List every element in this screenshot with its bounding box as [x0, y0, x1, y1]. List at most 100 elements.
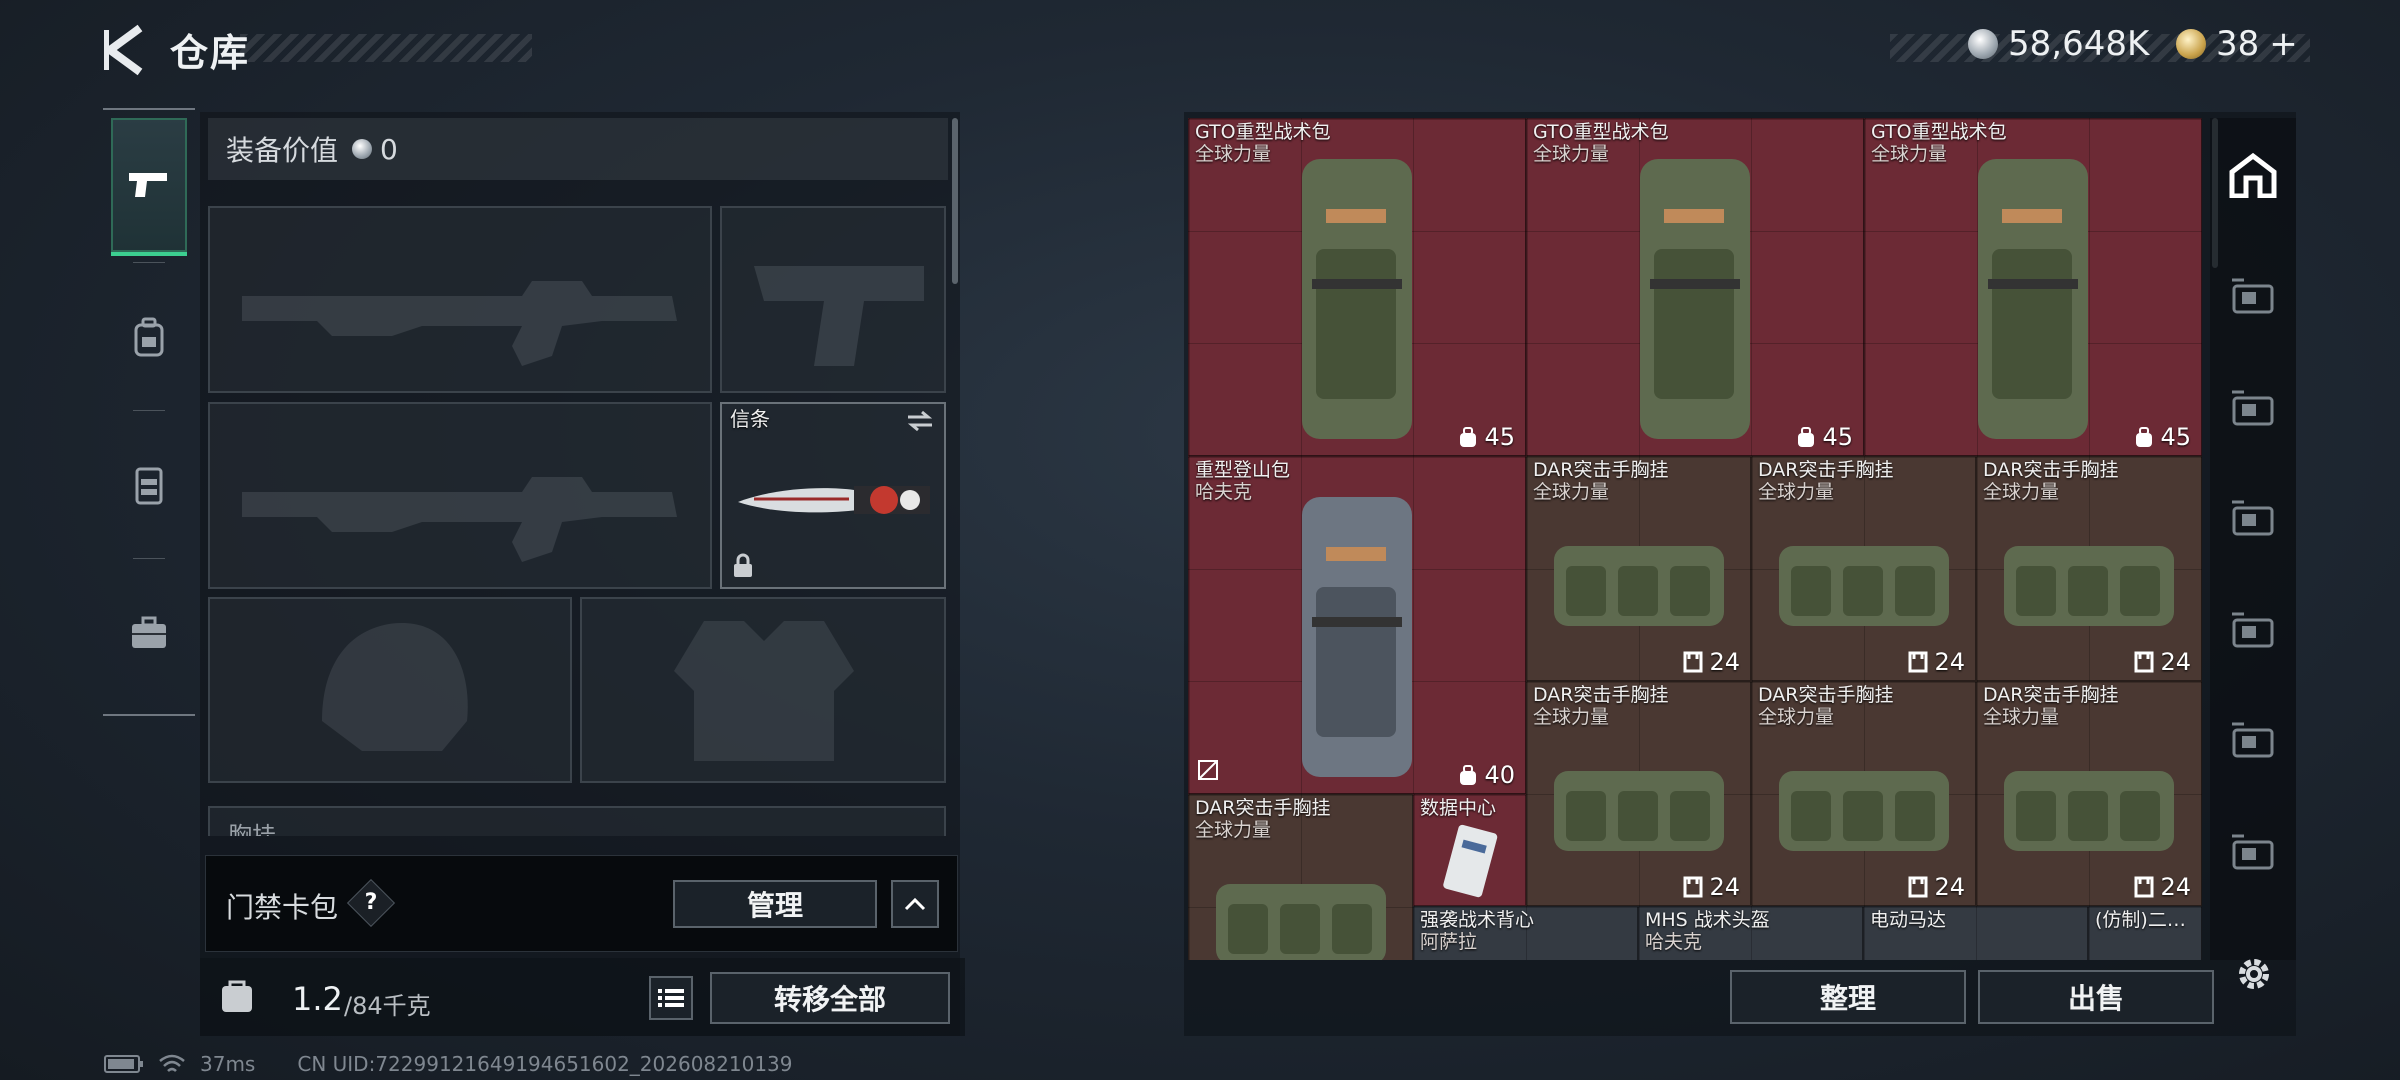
capacity-bar: 1.2 /84千克 转移全部 [200, 958, 965, 1036]
backpack-icon [1302, 159, 1412, 439]
list-view-button[interactable] [649, 976, 693, 1020]
equipment-value-label: 装备价值 [226, 134, 339, 167]
item-capacity: 45 [2134, 423, 2191, 451]
tier-iv-armor-icon[interactable] [2226, 382, 2280, 436]
keycard-label: 门禁卡包 [226, 891, 339, 924]
pistol-icon [129, 173, 167, 197]
tier-iii-warning-icon[interactable] [2226, 714, 2280, 768]
vest-icon [135, 467, 163, 505]
no-insure-icon [1197, 759, 1219, 785]
rifle-silhouette-icon [242, 281, 677, 366]
pistol-slot[interactable] [720, 206, 946, 393]
stash-item[interactable]: DAR突击手胸挂 全球力量 24 [1526, 456, 1751, 681]
stash-category-nav [2210, 118, 2296, 960]
equipment-scrollbar[interactable] [952, 118, 958, 284]
item-name-line1: DAR突击手胸挂 [1983, 459, 2119, 481]
page-title: 仓库 [170, 31, 251, 75]
item-capacity: 45 [1458, 423, 1515, 451]
tab-backpack[interactable] [111, 270, 187, 404]
collapse-button[interactable] [891, 880, 939, 928]
transfer-all-button[interactable]: 转移全部 [710, 972, 950, 1024]
sort-button[interactable]: 整理 [1730, 970, 1966, 1024]
help-icon: ? [364, 890, 378, 915]
stash-item[interactable]: MHS 战术头盔 哈夫克 [1638, 906, 1863, 960]
equipment-tabs [103, 108, 195, 716]
stash-item[interactable]: 重型登山包 哈夫克 40 [1188, 456, 1526, 794]
item-name: GTO重型战术包 全球力量 [1195, 121, 1331, 165]
stash-item[interactable]: (仿制)二… [2088, 906, 2202, 960]
title-stripe [240, 34, 532, 62]
vault-icon[interactable] [2226, 148, 2280, 202]
item-name-line1: MHS 战术头盔 [1645, 909, 1770, 931]
settings-button[interactable] [2234, 954, 2274, 994]
equipment-value-bar: 装备价值 0 [208, 118, 948, 180]
melee-slot[interactable]: 信条 [720, 402, 946, 589]
wifi-icon [159, 1054, 185, 1072]
stash-item[interactable]: GTO重型战术包 全球力量 45 [1188, 118, 1526, 456]
tab-case[interactable] [111, 566, 187, 700]
list-icon [658, 989, 684, 1007]
stash-item[interactable]: DAR突击手胸挂 全球力量 24 [1751, 456, 1976, 681]
backpack-icon [1640, 159, 1750, 439]
chest-rig-icon [1215, 883, 1386, 960]
stash-item[interactable]: 强袭战术背心 阿萨拉 [1413, 906, 1638, 960]
backpack-weight-icon [222, 980, 252, 1012]
stash-grid: GTO重型战术包 全球力量 45 GTO重型战术包 全球力量 45 GTO重型战术包 全球… [1188, 118, 2202, 960]
sell-button[interactable]: 出售 [1978, 970, 2214, 1024]
secondary-weapon-slot[interactable] [208, 402, 712, 589]
melee-label: 信条 [730, 407, 770, 431]
capacity-icon [1683, 876, 1703, 898]
tier-iv-add-icon[interactable] [2226, 826, 2280, 880]
tier-v-armor-icon[interactable] [2226, 270, 2280, 324]
item-name-line1: DAR突击手胸挂 [1758, 459, 1894, 481]
item-capacity: 45 [1796, 423, 1853, 451]
item-name: 数据中心 [1420, 797, 1496, 819]
tier-iv-folder-icon[interactable] [2226, 492, 2280, 546]
stash-item[interactable]: DAR突击手胸挂 全球力量 [1188, 794, 1413, 960]
gold-currency[interactable]: 38 + [2176, 24, 2298, 64]
stash-item[interactable]: DAR突击手胸挂 全球力量 24 [1976, 456, 2202, 681]
armor-slot[interactable] [580, 597, 946, 783]
item-name-line2: 全球力量 [1871, 143, 1948, 165]
tab-weapons[interactable] [111, 118, 187, 256]
item-capacity: 24 [1683, 648, 1740, 676]
swap-icon[interactable] [906, 410, 934, 432]
stash-item[interactable]: DAR突击手胸挂 全球力量 24 [1976, 681, 2202, 906]
briefcase-icon [132, 616, 166, 648]
item-name-line1: 重型登山包 [1195, 459, 1291, 481]
tier-iii-rig-icon[interactable] [2226, 604, 2280, 658]
item-name-line1: GTO重型战术包 [1533, 121, 1669, 143]
chest-rig-slot[interactable]: 胸挂 [208, 806, 946, 836]
tab-vest[interactable] [111, 418, 187, 552]
stash-item[interactable]: GTO重型战术包 全球力量 45 [1526, 118, 1864, 456]
item-capacity: 40 [1458, 761, 1515, 789]
primary-weapon-slot[interactable] [208, 206, 712, 393]
capacity-current: 1.2 [292, 980, 343, 1018]
stash-item[interactable]: DAR突击手胸挂 全球力量 24 [1526, 681, 1751, 906]
capacity-icon [2136, 427, 2153, 447]
chest-rig-icon [1553, 770, 1724, 851]
back-button[interactable] [100, 22, 150, 78]
item-name-line1: (仿制)二… [2095, 909, 2186, 931]
item-image [1414, 819, 1525, 905]
helmet-slot[interactable] [208, 597, 572, 783]
stash-item[interactable]: 电动马达 [1863, 906, 2088, 960]
item-name: GTO重型战术包 全球力量 [1871, 121, 2007, 165]
stash-item[interactable]: DAR突击手胸挂 全球力量 24 [1751, 681, 1976, 906]
stash-item[interactable]: GTO重型战术包 全球力量 45 [1864, 118, 2202, 456]
capacity-max: /84千克 [344, 992, 431, 1020]
capacity-icon [1460, 765, 1477, 785]
item-name-line1: GTO重型战术包 [1871, 121, 2007, 143]
manage-button[interactable]: 管理 [673, 880, 877, 928]
item-capacity: 24 [1908, 873, 1965, 901]
capacity-icon [2134, 651, 2154, 673]
item-name-line1: 强袭战术背心 [1420, 909, 1535, 931]
stash-item[interactable]: 数据中心 [1413, 794, 1526, 906]
lock-icon [734, 553, 752, 577]
gold-plus: + [2269, 24, 2298, 64]
pistol-silhouette-icon [754, 266, 924, 366]
battery-icon [104, 1055, 143, 1073]
item-name-line1: 电动马达 [1870, 909, 1947, 931]
item-capacity-value: 40 [1484, 761, 1515, 789]
chest-rig-label: 胸挂 [228, 822, 276, 836]
